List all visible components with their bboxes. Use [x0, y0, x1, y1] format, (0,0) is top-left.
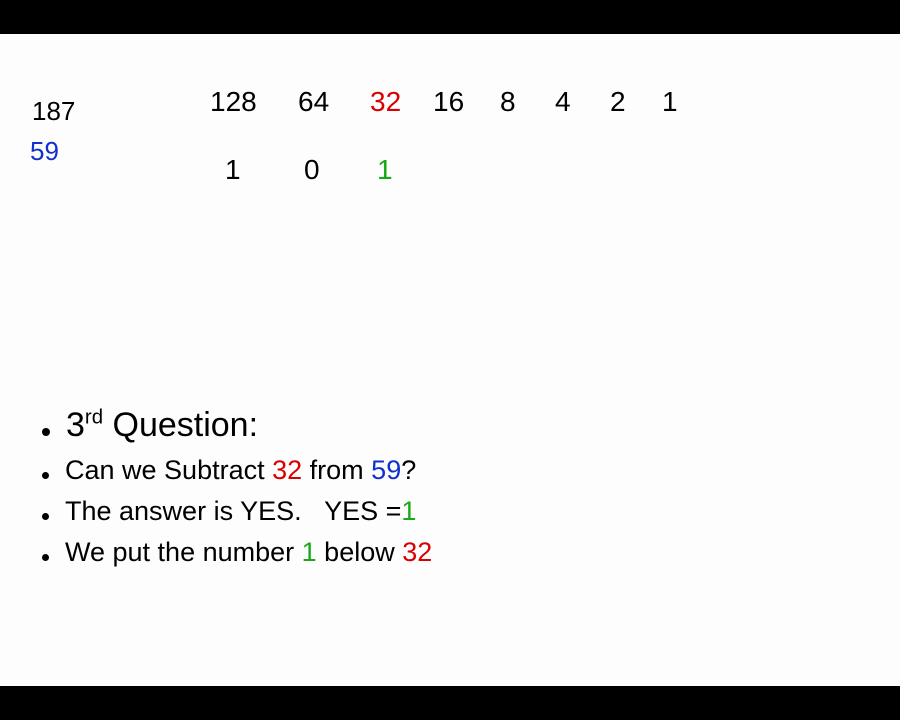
slide: 187 59 128 64 32 16 8 4 2 1 1 0 1 3rd Qu… [0, 34, 900, 686]
text-fragment-32: 32 [272, 455, 302, 485]
label-total-number: 187 [32, 96, 75, 127]
text-fragment: from [302, 455, 371, 485]
bullet-question-title: 3rd Question: [42, 406, 842, 445]
place-value-4: 4 [555, 86, 571, 118]
bullet-dot-icon [42, 428, 50, 436]
bullet-line-subtract-question: Can we Subtract 32 from 59? [42, 455, 842, 486]
text-fragment: Can we Subtract [65, 455, 272, 485]
text-fragment-59: 59 [371, 455, 401, 485]
place-value-64: 64 [298, 86, 329, 118]
place-value-16: 16 [433, 86, 464, 118]
text-fragment: ? [401, 455, 416, 485]
bullet-line-put-number: We put the number 1 below 32 [42, 537, 842, 568]
binary-digit-128: 1 [225, 154, 241, 186]
text-fragment-32: 32 [402, 537, 432, 567]
bullet-question-title-text: 3rd Question: [66, 406, 258, 445]
bullet-line-put-number-text: We put the number 1 below 32 [65, 537, 432, 568]
bullet-dot-icon [42, 554, 49, 561]
label-remainder-number: 59 [30, 136, 59, 167]
video-frame: 187 59 128 64 32 16 8 4 2 1 1 0 1 3rd Qu… [0, 0, 900, 720]
question-number: 3 [66, 406, 85, 444]
place-value-2: 2 [610, 86, 626, 118]
text-fragment: below [317, 537, 403, 567]
bullet-line-answer-yes: The answer is YES. YES =1 [42, 496, 842, 527]
place-value-1: 1 [662, 86, 678, 118]
text-fragment: We put the number [65, 537, 302, 567]
binary-digit-64: 0 [304, 154, 320, 186]
binary-digit-32: 1 [377, 154, 393, 186]
text-fragment-one: 1 [401, 496, 416, 526]
text-fragment-one: 1 [302, 537, 317, 567]
bullet-dot-icon [42, 472, 49, 479]
bullet-list: 3rd Question: Can we Subtract 32 from 59… [42, 406, 842, 578]
question-word: Question: [103, 406, 258, 444]
question-ordinal: rd [85, 407, 103, 429]
bullet-line-answer-yes-text: The answer is YES. YES =1 [65, 496, 416, 527]
bullet-dot-icon [42, 513, 49, 520]
bullet-line-subtract-question-text: Can we Subtract 32 from 59? [65, 455, 416, 486]
place-value-32: 32 [370, 86, 401, 118]
text-fragment: The answer is YES. YES = [65, 496, 401, 526]
place-value-128: 128 [210, 86, 257, 118]
place-value-8: 8 [500, 86, 516, 118]
